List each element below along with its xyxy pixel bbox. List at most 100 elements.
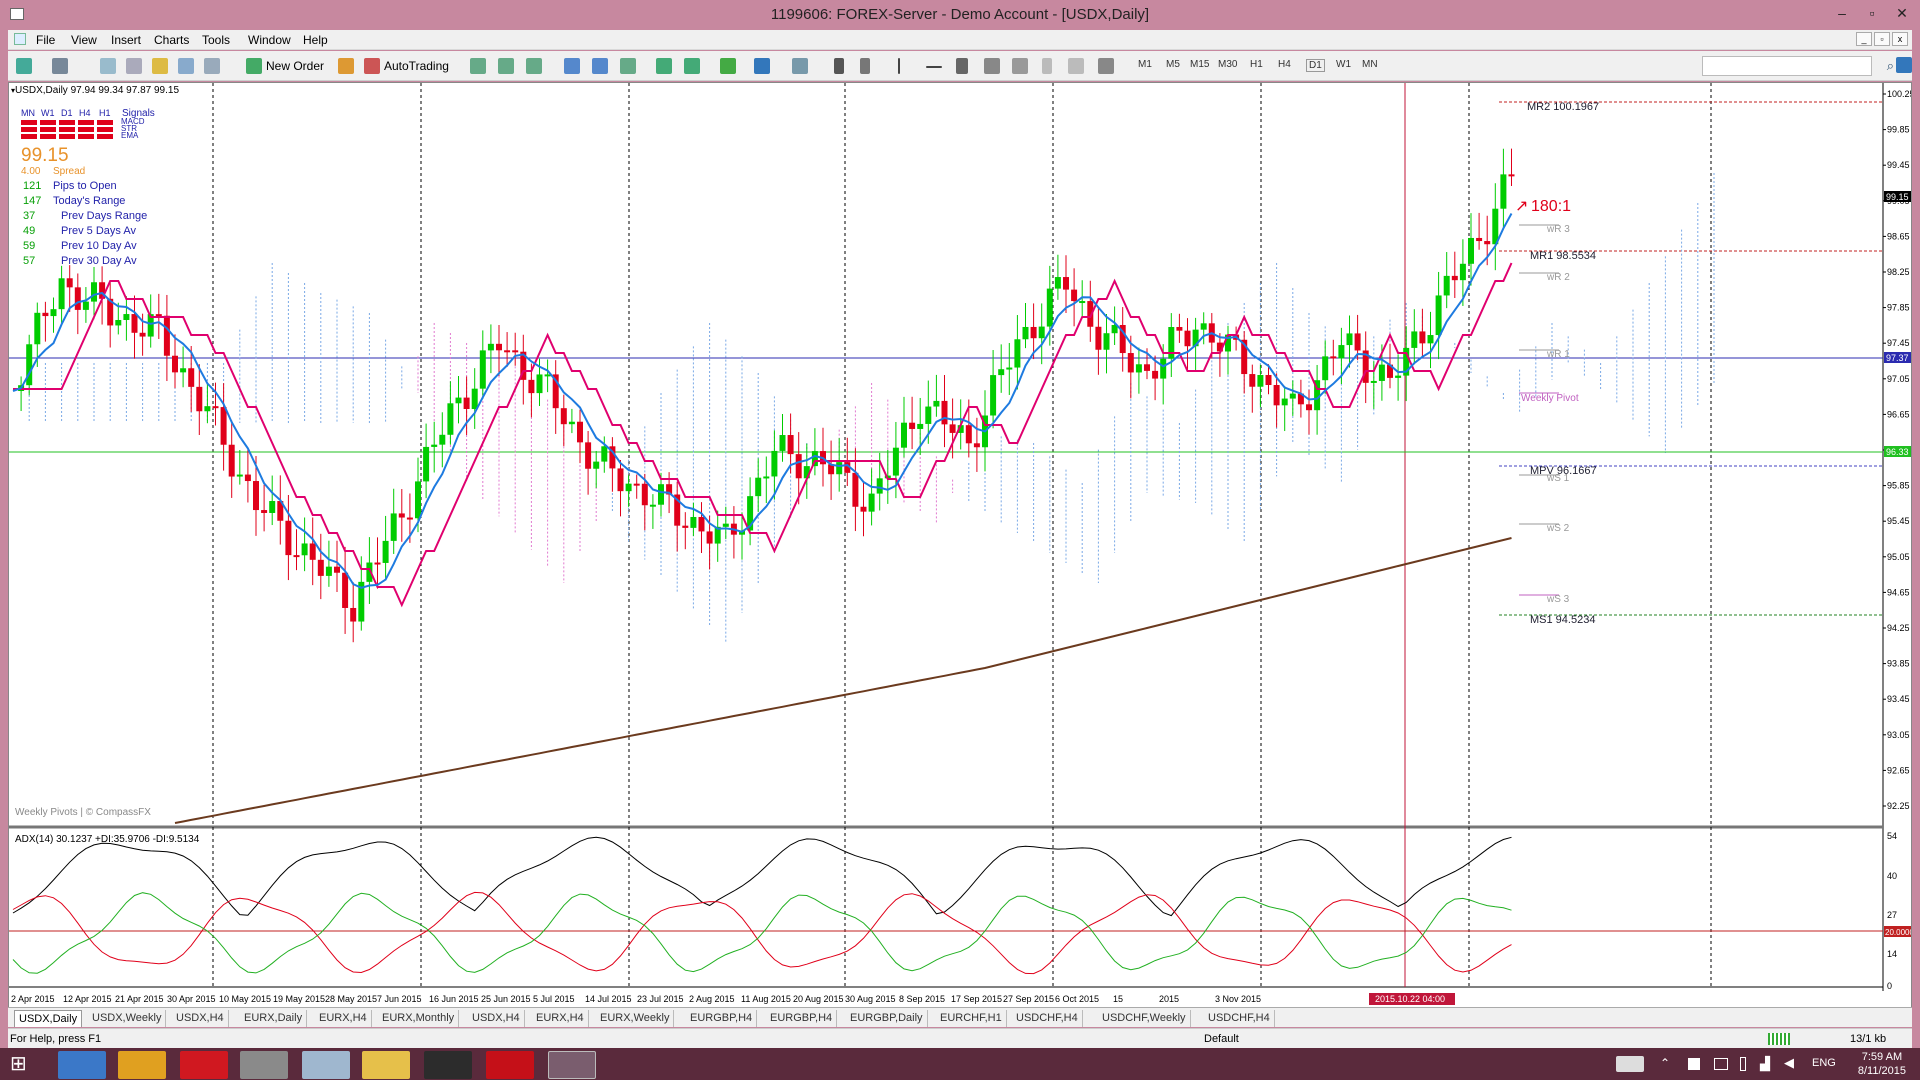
app-grid-icon[interactable] xyxy=(240,1051,288,1079)
tray-windows-icon[interactable] xyxy=(1688,1058,1700,1070)
tray-expand-icon[interactable]: ⌃ xyxy=(1660,1056,1670,1070)
candlestick-icon[interactable] xyxy=(498,58,514,74)
mdi-restore-button[interactable]: ▫ xyxy=(1874,32,1890,46)
timeframe-mn[interactable]: MN xyxy=(1362,59,1378,70)
battery-icon[interactable] xyxy=(1740,1057,1746,1071)
document-icon[interactable] xyxy=(14,33,26,45)
bar-chart-icon[interactable] xyxy=(470,58,486,74)
tab-chart[interactable]: EURX,Weekly xyxy=(596,1010,675,1027)
candle-body xyxy=(682,525,689,528)
tab-chart[interactable]: USDX,H4 xyxy=(468,1010,525,1027)
calculator-icon[interactable] xyxy=(302,1051,350,1079)
menu-tools[interactable]: Tools xyxy=(202,33,230,47)
zoom-in-icon[interactable] xyxy=(564,58,580,74)
new-order-button[interactable]: New Order xyxy=(266,56,324,76)
menu-file[interactable]: File xyxy=(36,33,55,47)
tile-windows-icon[interactable] xyxy=(620,58,636,74)
fibonacci-icon[interactable] xyxy=(1012,58,1028,74)
market-watch-icon[interactable] xyxy=(100,58,116,74)
price-chart[interactable]: MR2 100.1967 MR1 98.5534 MPV 96.1667 MS1… xyxy=(9,83,1915,1009)
metatrader-icon[interactable] xyxy=(548,1051,596,1079)
menu-charts[interactable]: Charts xyxy=(154,33,189,47)
chart-window[interactable]: MR2 100.1967 MR1 98.5534 MPV 96.1667 MS1… xyxy=(8,82,1915,1010)
tab-chart[interactable]: USDX,Weekly xyxy=(88,1010,167,1027)
new-order-icon[interactable] xyxy=(246,58,262,74)
tab-chart[interactable]: USDCHF,H4 xyxy=(1012,1010,1083,1027)
menu-help[interactable]: Help xyxy=(303,33,328,47)
timeframe-m5[interactable]: M5 xyxy=(1166,59,1180,70)
timeframe-d1[interactable]: D1 xyxy=(1306,59,1325,72)
price-axis-label: 99.85 xyxy=(1887,125,1910,135)
periods-icon[interactable] xyxy=(754,58,770,74)
chrome-icon[interactable] xyxy=(118,1051,166,1079)
network-icon[interactable]: ▟ xyxy=(1760,1056,1770,1072)
tab-chart[interactable]: EURX,Monthly xyxy=(378,1010,460,1027)
mdi-minimize-button[interactable]: _ xyxy=(1856,32,1872,46)
trading-app-icon[interactable] xyxy=(486,1051,534,1079)
start-windows-icon[interactable]: ⊞ xyxy=(10,1054,27,1074)
search-input[interactable] xyxy=(1702,56,1872,76)
data-window-icon[interactable] xyxy=(126,58,142,74)
k-app-icon[interactable] xyxy=(180,1051,228,1079)
close-button[interactable]: ✕ xyxy=(1888,2,1916,24)
tab-chart[interactable]: EURX,Daily xyxy=(240,1010,308,1027)
strategy-tester-icon[interactable] xyxy=(204,58,220,74)
menu-window[interactable]: Window xyxy=(248,33,291,47)
navigator-icon[interactable] xyxy=(152,58,168,74)
timeframe-m1[interactable]: M1 xyxy=(1138,59,1152,70)
tab-chart[interactable]: EURCHF,H1 xyxy=(936,1010,1007,1027)
trendline-icon[interactable] xyxy=(956,58,968,74)
tab-chart[interactable]: USDX,H4 xyxy=(172,1010,229,1027)
zoom-out-icon[interactable] xyxy=(592,58,608,74)
crosshair-icon[interactable] xyxy=(860,58,870,74)
minimize-button[interactable]: – xyxy=(1828,2,1856,24)
file-explorer-icon[interactable] xyxy=(362,1051,410,1079)
tab-chart[interactable]: EURX,H4 xyxy=(532,1010,589,1027)
auto-scroll-icon[interactable] xyxy=(656,58,672,74)
new-chart-icon[interactable] xyxy=(16,58,32,74)
meta-editor-icon[interactable] xyxy=(338,58,354,74)
tab-chart[interactable]: EURGBP,H4 xyxy=(686,1010,758,1027)
terminal-icon[interactable] xyxy=(178,58,194,74)
go-app-icon[interactable] xyxy=(424,1051,472,1079)
autotrading-button[interactable]: AutoTrading xyxy=(384,56,449,76)
line-chart-icon[interactable] xyxy=(526,58,542,74)
templates-icon[interactable] xyxy=(792,58,808,74)
maximize-button[interactable]: ▫ xyxy=(1858,2,1886,24)
volume-icon[interactable]: ◀ xyxy=(1784,1055,1794,1071)
indicators-icon[interactable] xyxy=(720,58,736,74)
language-indicator[interactable]: ENG xyxy=(1812,1057,1836,1069)
clock[interactable]: 7:59 AM 8/11/2015 xyxy=(1858,1050,1906,1078)
tab-chart[interactable]: EURGBP,Daily xyxy=(846,1010,928,1027)
mdi-close-button[interactable]: x xyxy=(1892,32,1908,46)
horizontal-line-icon[interactable] xyxy=(926,66,942,68)
search-icon[interactable]: ⌕ xyxy=(1887,58,1894,74)
timeframe-m30[interactable]: M30 xyxy=(1218,59,1237,70)
tray-display-icon[interactable] xyxy=(1714,1058,1728,1070)
text-label-icon[interactable] xyxy=(1068,58,1084,74)
tab-chart[interactable]: EURGBP,H4 xyxy=(766,1010,838,1027)
collapse-arrow-icon[interactable]: ▾ xyxy=(11,86,15,95)
tab-chart[interactable]: EURX,H4 xyxy=(315,1010,372,1027)
cursor-icon[interactable] xyxy=(834,58,844,74)
vertical-line-icon[interactable] xyxy=(898,58,900,74)
timeframe-w1[interactable]: W1 xyxy=(1336,59,1351,70)
messages-icon[interactable] xyxy=(1896,57,1912,73)
tab-chart[interactable]: USDCHF,Weekly xyxy=(1098,1010,1191,1027)
timeframe-m15[interactable]: M15 xyxy=(1190,59,1209,70)
channel-icon[interactable] xyxy=(984,58,1000,74)
text-icon[interactable] xyxy=(1042,58,1052,74)
autotrading-icon[interactable] xyxy=(364,58,380,74)
tab-chart[interactable]: USDCHF,H4 xyxy=(1204,1010,1275,1027)
timeframe-h4[interactable]: H4 xyxy=(1278,59,1291,70)
menu-insert[interactable]: Insert xyxy=(111,33,141,47)
tab-usdx-daily[interactable]: USDX,Daily xyxy=(14,1010,83,1027)
internet-explorer-icon[interactable] xyxy=(58,1051,106,1079)
chart-shift-icon[interactable] xyxy=(684,58,700,74)
candle-body xyxy=(479,350,486,389)
arrows-icon[interactable] xyxy=(1098,58,1114,74)
timeframe-h1[interactable]: H1 xyxy=(1250,59,1263,70)
profiles-icon[interactable] xyxy=(52,58,68,74)
keyboard-icon[interactable] xyxy=(1616,1056,1644,1072)
menu-view[interactable]: View xyxy=(71,33,97,47)
